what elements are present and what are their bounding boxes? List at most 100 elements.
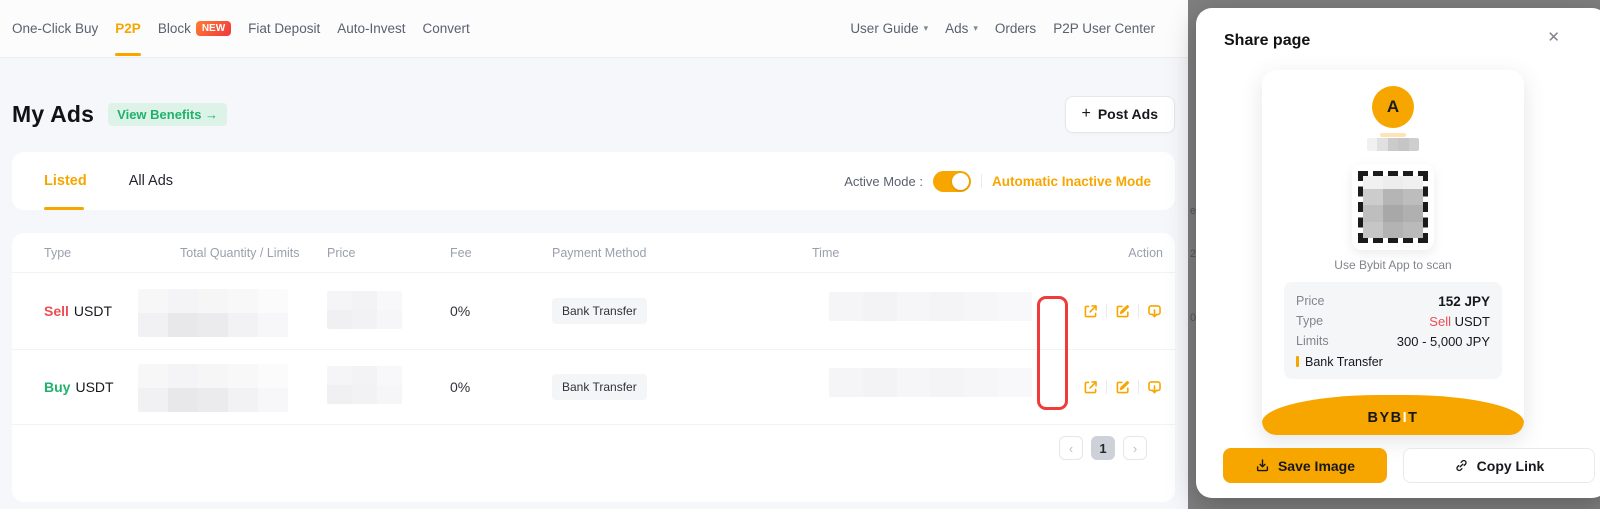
price-value: 152 JPY — [1438, 294, 1490, 309]
pagination-next-button[interactable]: › — [1123, 436, 1147, 460]
top-navbar: One-Click Buy P2P BlockNEW Fiat Deposit … — [0, 0, 1188, 58]
type-value: Sell USDT — [1429, 314, 1490, 329]
nav-ads[interactable]: Ads▾ — [945, 0, 978, 57]
table-row: Sell USDT 0% Bank Transfer — [12, 273, 1175, 350]
view-benefits-link[interactable]: View Benefits → — [108, 103, 227, 126]
close-icon[interactable]: ✕ — [1547, 30, 1560, 45]
redacted-price — [327, 366, 402, 404]
action-cell — [1082, 379, 1163, 396]
page-header: My Ads View Benefits → + Post Ads — [12, 94, 1175, 134]
tab-listed[interactable]: Listed — [44, 152, 87, 210]
redacted-price — [327, 291, 402, 329]
divider — [1106, 304, 1107, 318]
col-header-fee: Fee — [450, 246, 552, 260]
copy-link-button[interactable]: Copy Link — [1403, 448, 1595, 483]
nav-p2p-user-center[interactable]: P2P User Center — [1053, 0, 1155, 57]
bybit-brand-footer: BYBIT — [1262, 395, 1524, 435]
nav-fiat-deposit[interactable]: Fiat Deposit — [248, 0, 320, 57]
fee-cell: 0% — [450, 303, 552, 319]
redacted-username-glow — [1380, 133, 1406, 137]
page-content: My Ads View Benefits → + Post Ads Listed… — [0, 94, 1188, 502]
redacted-quantity — [138, 289, 288, 337]
nav-orders[interactable]: Orders — [995, 0, 1036, 57]
download-icon — [1255, 458, 1270, 473]
toggle-knob — [952, 173, 969, 190]
payment-chip: Bank Transfer — [552, 374, 647, 400]
pagination-prev-button[interactable]: ‹ — [1059, 436, 1083, 460]
post-ads-label: Post Ads — [1098, 106, 1158, 122]
nav-block[interactable]: BlockNEW — [158, 0, 231, 57]
action-cell — [1082, 303, 1163, 320]
active-tab-underline — [115, 53, 141, 56]
modal-backdrop: e 2 0 Share page ✕ A Use Bybit App to sc… — [1188, 0, 1600, 509]
asset-label: USDT — [75, 379, 113, 395]
col-header-price: Price — [327, 246, 450, 260]
ads-tabs-card: Listed All Ads Active Mode : Automatic I… — [12, 152, 1175, 210]
offline-ad-icon[interactable] — [1146, 379, 1163, 396]
redacted-quantity — [138, 364, 288, 412]
plus-icon: + — [1082, 105, 1091, 123]
modal-actions: Save Image Copy Link — [1223, 448, 1595, 483]
pagination-page-1[interactable]: 1 — [1091, 436, 1115, 460]
detail-row-payment: Bank Transfer — [1296, 352, 1490, 371]
side-label: Buy — [44, 379, 70, 395]
link-icon — [1454, 458, 1469, 473]
asset-label: USDT — [74, 303, 112, 319]
fee-cell: 0% — [450, 379, 552, 395]
tab-all-ads[interactable]: All Ads — [129, 152, 173, 210]
payment-chip: Bank Transfer — [552, 298, 647, 324]
post-ads-button[interactable]: + Post Ads — [1065, 96, 1176, 133]
ad-details-box: Price 152 JPY Type Sell USDT Limits 300 … — [1284, 282, 1502, 379]
chevron-down-icon: ▾ — [973, 23, 978, 34]
detail-row-type: Type Sell USDT — [1296, 311, 1490, 331]
redacted-time — [829, 292, 1032, 321]
nav-p2p[interactable]: P2P — [115, 0, 141, 57]
redacted-time — [829, 368, 1032, 397]
share-ad-icon[interactable] — [1082, 303, 1099, 320]
save-image-button[interactable]: Save Image — [1223, 448, 1387, 483]
edit-ad-icon[interactable] — [1114, 379, 1131, 396]
payment-bar-icon — [1296, 356, 1299, 367]
limits-value: 300 - 5,000 JPY — [1397, 334, 1490, 349]
type-asset: USDT — [1455, 314, 1490, 329]
payment-method-cell: Bank Transfer — [552, 374, 812, 400]
limits-label: Limits — [1296, 334, 1329, 348]
page-title: My Ads — [12, 101, 94, 128]
p2p-my-ads-page: One-Click Buy P2P BlockNEW Fiat Deposit … — [0, 0, 1188, 509]
type-label: Type — [1296, 314, 1323, 328]
edit-ad-icon[interactable] — [1114, 303, 1131, 320]
table-row: Buy USDT 0% Bank Transfer — [12, 350, 1175, 425]
ads-table-card: Type Total Quantity / Limits Price Fee P… — [12, 233, 1175, 502]
col-header-quantity-limits: Total Quantity / Limits — [180, 246, 327, 260]
payment-method-cell: Bank Transfer — [552, 298, 812, 324]
nav-auto-invest[interactable]: Auto-Invest — [337, 0, 405, 57]
active-mode-toggle[interactable] — [933, 171, 971, 192]
divider — [981, 174, 982, 188]
qr-code — [1358, 171, 1428, 243]
tab-underline — [44, 207, 84, 210]
divider — [1138, 304, 1139, 318]
active-mode-label: Active Mode : — [844, 174, 923, 189]
offline-ad-icon[interactable] — [1146, 303, 1163, 320]
side-label: Sell — [44, 303, 69, 319]
copy-link-label: Copy Link — [1477, 458, 1545, 474]
scan-hint-text: Use Bybit App to scan — [1262, 258, 1524, 272]
mode-controls: Active Mode : Automatic Inactive Mode — [844, 152, 1151, 210]
table-header-row: Type Total Quantity / Limits Price Fee P… — [12, 233, 1175, 273]
nav-convert[interactable]: Convert — [423, 0, 470, 57]
modal-title: Share page — [1224, 32, 1310, 50]
screen: One-Click Buy P2P BlockNEW Fiat Deposit … — [0, 0, 1600, 509]
detail-row-price: Price 152 JPY — [1296, 291, 1490, 311]
automatic-inactive-mode-link[interactable]: Automatic Inactive Mode — [992, 174, 1151, 189]
divider — [1138, 380, 1139, 394]
price-label: Price — [1296, 294, 1324, 308]
divider — [1106, 380, 1107, 394]
pagination: ‹ 1 › — [12, 425, 1175, 460]
detail-row-limits: Limits 300 - 5,000 JPY — [1296, 331, 1490, 351]
payment-method-value: Bank Transfer — [1305, 355, 1383, 369]
nav-one-click-buy[interactable]: One-Click Buy — [12, 0, 98, 57]
nav-user-guide[interactable]: User Guide▾ — [850, 0, 928, 57]
col-header-time: Time — [812, 246, 1035, 260]
new-badge: NEW — [196, 21, 231, 36]
share-ad-icon[interactable] — [1082, 379, 1099, 396]
